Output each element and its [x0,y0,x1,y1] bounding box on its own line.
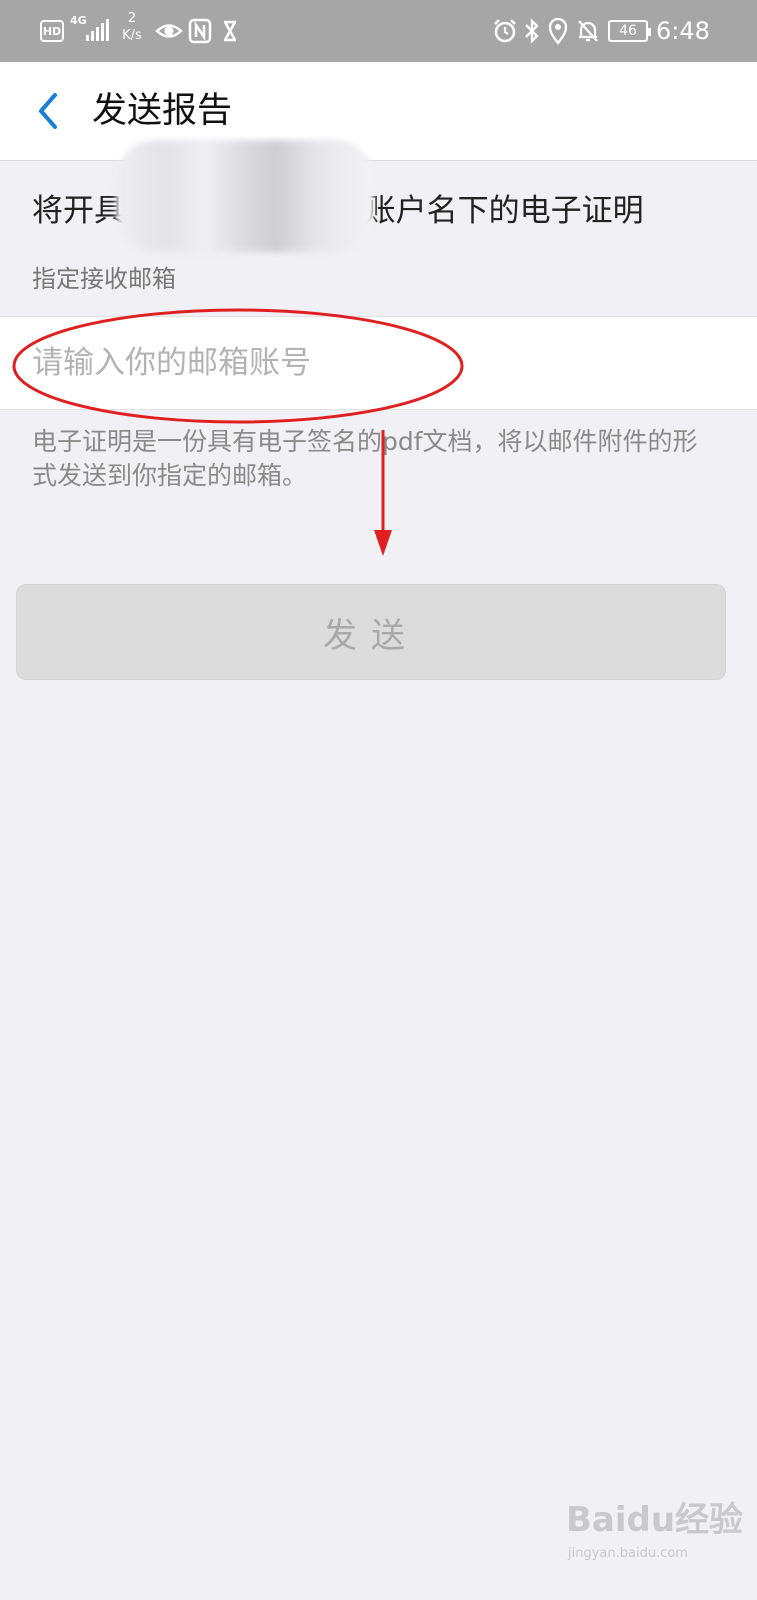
description-tail: n账户名下的电子证明 [345,193,644,229]
annotation-arrow-head [374,530,392,556]
page-title: 发送报告 [92,91,233,131]
location-icon [548,17,568,45]
nav-bar: 发送报告 [0,62,757,161]
baidu-jingyan-watermark: Baidu经验 jingyan.baidu.com [566,1500,746,1580]
speed-unit: K/s [122,28,142,43]
battery-icon: 46 [608,20,651,42]
network-speed: 2 K/s [118,10,146,44]
alarm-icon [492,18,518,44]
bluetooth-icon [522,17,542,45]
back-button[interactable] [24,84,72,138]
redaction-blur [116,140,374,252]
email-section-label: 指定接收邮箱 [32,265,176,293]
watermark-url: jingyan.baidu.com [568,1546,688,1561]
watermark-brand: Baidu经验 [566,1500,744,1540]
email-input[interactable] [30,337,714,389]
chevron-left-icon [39,93,57,129]
eye-comfort-icon [155,18,183,44]
hourglass-icon [222,20,238,42]
email-input-row [0,316,757,410]
status-clock: 6:48 [656,17,710,45]
muted-bell-icon [576,18,600,44]
status-bar: HD 4G 2 K/s 46 6:48 [0,0,757,62]
nfc-icon [188,18,212,44]
signal-icon [84,17,110,43]
description-head: 将开具 [32,193,125,229]
speed-value: 2 [127,11,137,26]
hd-badge: HD [40,20,64,42]
certificate-hint: 电子证明是一份具有电子签名的pdf文档，将以邮件附件的形式发送到你指定的邮箱。 [32,427,698,490]
send-button[interactable]: 发送 [16,584,726,680]
